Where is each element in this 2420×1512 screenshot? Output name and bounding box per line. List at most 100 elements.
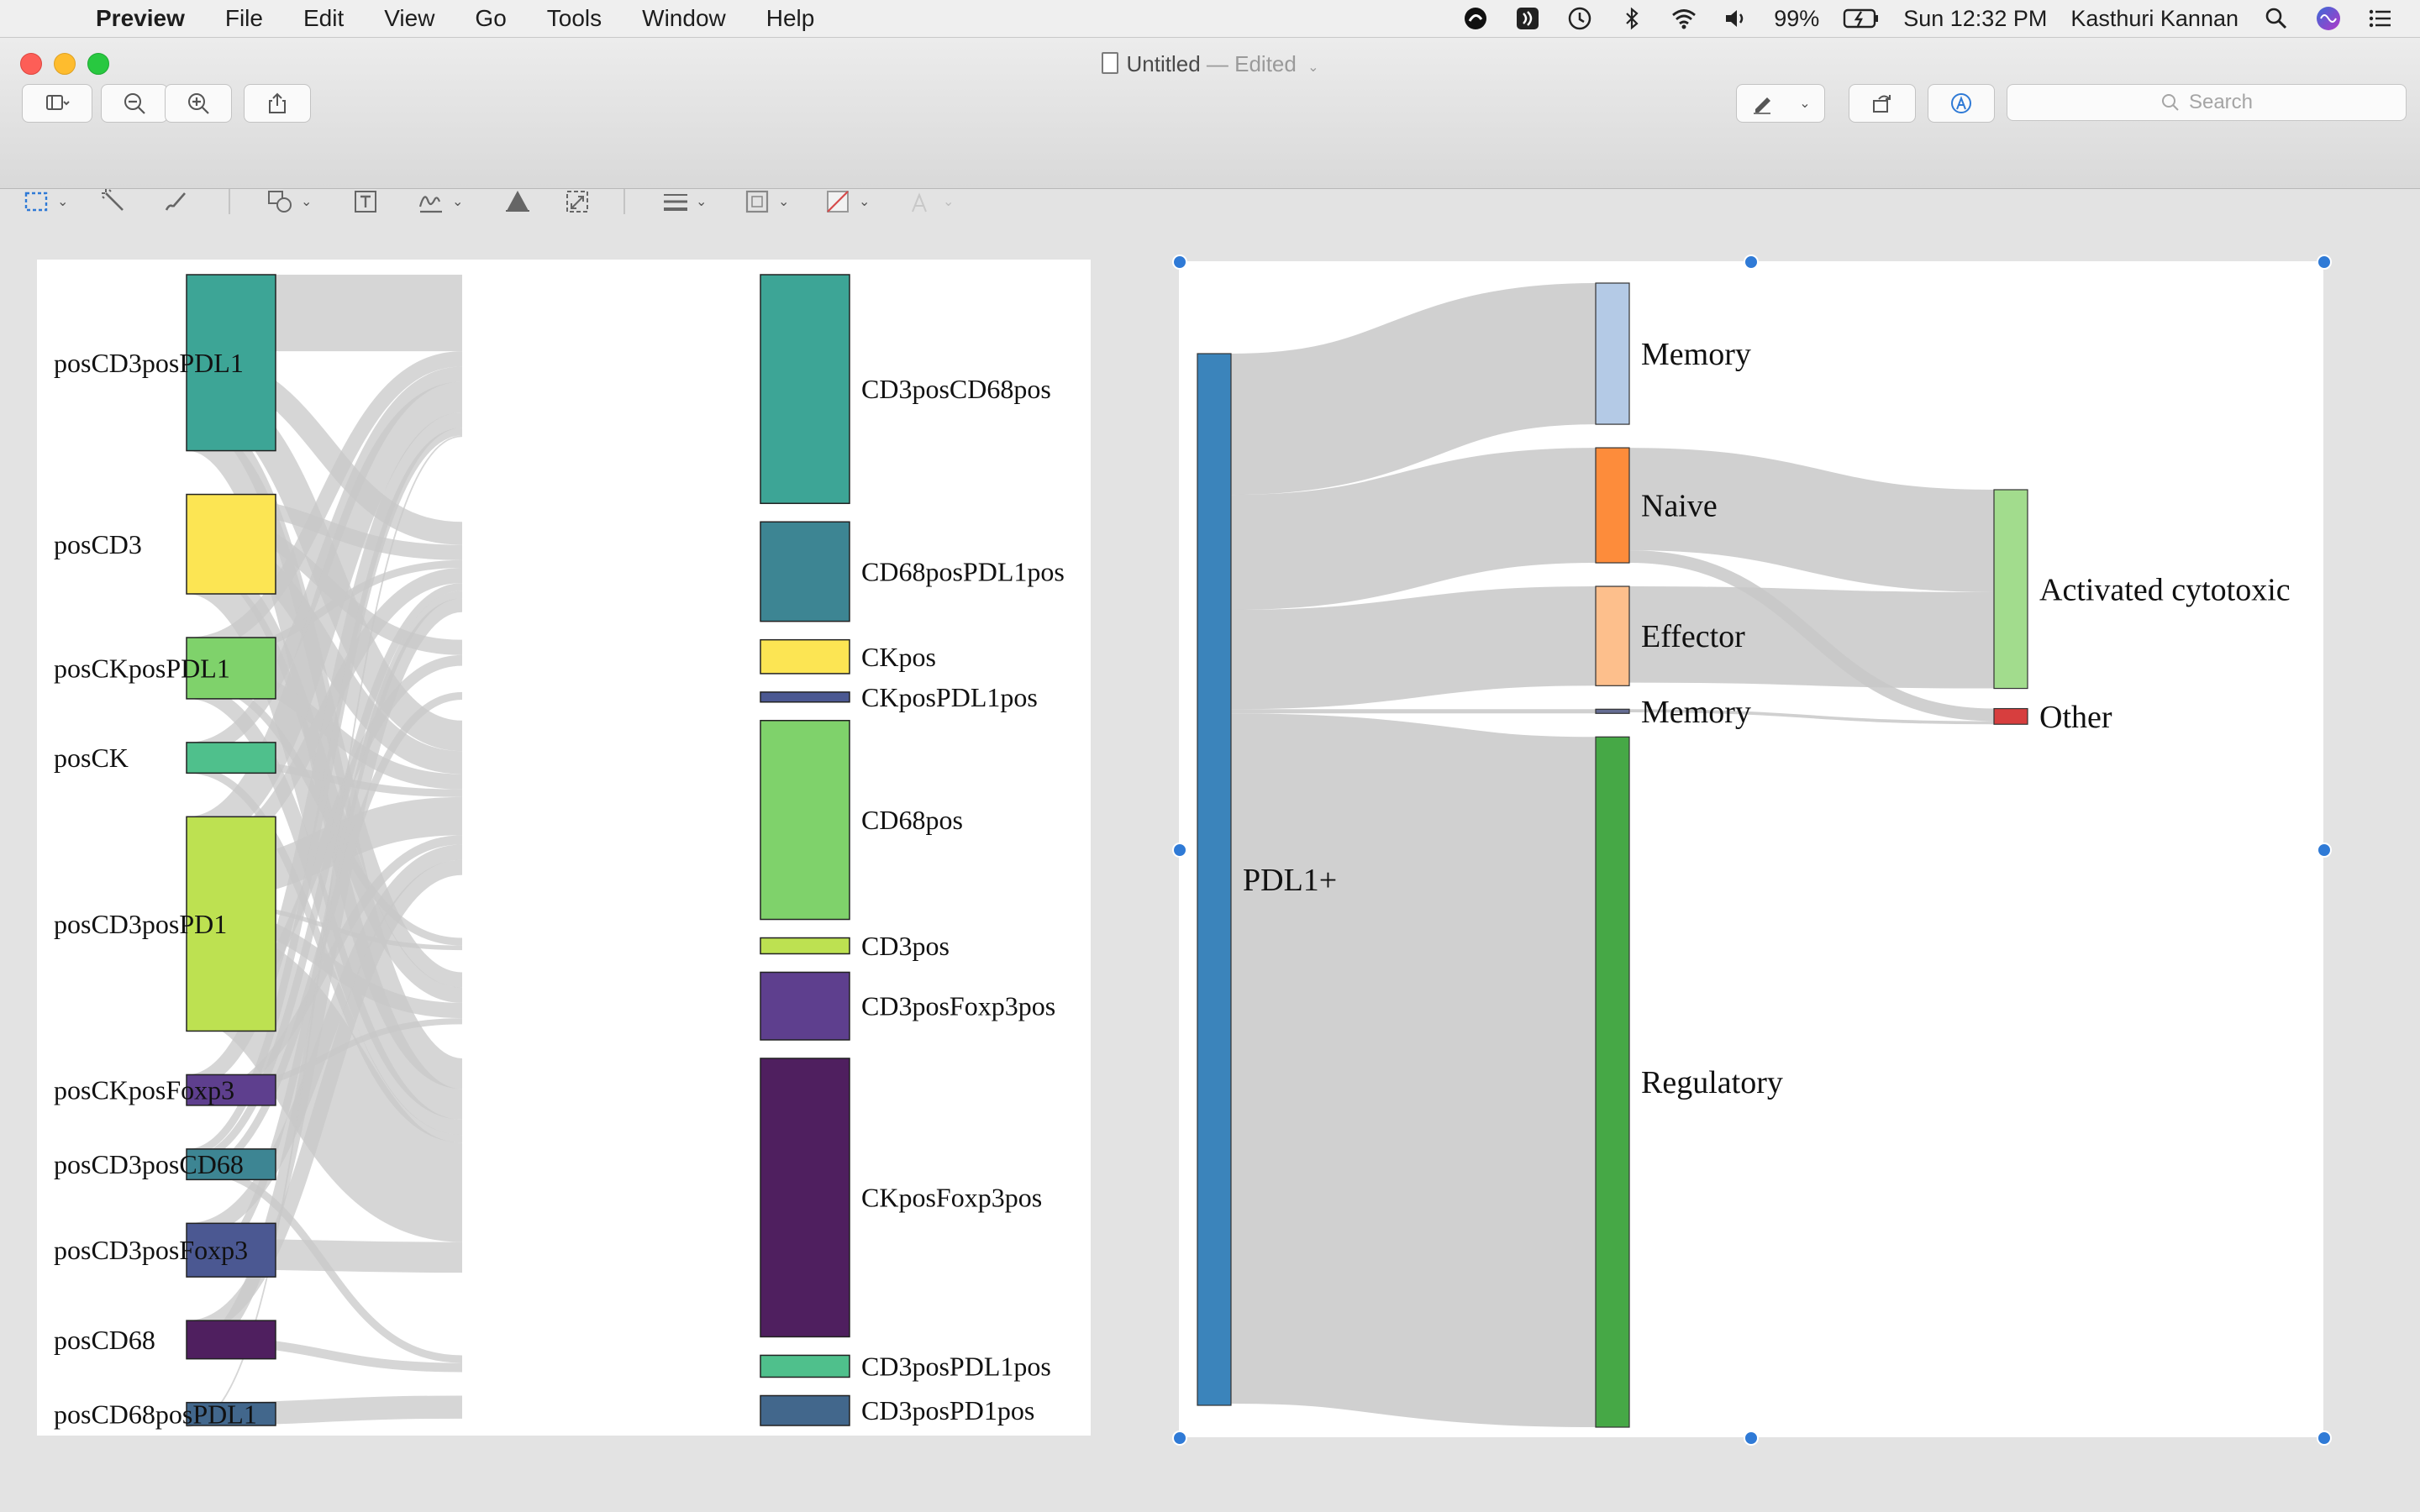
pdl1-sankey-chart: PDL1+ Memory Naive Effector Memory Regulatory… (1197, 282, 2291, 1428)
node-effector (1595, 585, 1630, 686)
node-naive (1595, 447, 1630, 564)
window-title[interactable]: Untitled — Edited ⌄ (0, 51, 2420, 77)
battery-percent[interactable]: 99% (1762, 0, 1831, 37)
menu-help[interactable]: Help (746, 0, 835, 37)
node-cd3pos (760, 937, 850, 955)
share-button[interactable] (244, 84, 311, 123)
selection-handle[interactable] (1172, 255, 1187, 270)
selection-handle[interactable] (1172, 843, 1187, 858)
volume-icon[interactable] (1710, 4, 1762, 33)
zoom-in-icon (188, 93, 209, 114)
title-chevron-icon[interactable]: ⌄ (1307, 60, 1318, 75)
bluetooth-icon[interactable] (1606, 4, 1658, 33)
zoom-out-button[interactable] (101, 84, 168, 123)
selection-handle[interactable] (1172, 1431, 1187, 1446)
search-field[interactable]: Search (2007, 84, 2407, 121)
search-icon (2161, 94, 2179, 111)
node-label-cd3pos: CD3pos (861, 931, 950, 961)
search-placeholder: Search (2188, 91, 2254, 113)
app-status-icon[interactable] (1502, 4, 1554, 33)
node-pdl1 (1197, 353, 1232, 1406)
node-ckposfoxp3pos (760, 1058, 850, 1338)
sidebar-icon (46, 95, 70, 110)
rotate-button[interactable] (1849, 84, 1916, 123)
menu-window[interactable]: Window (622, 0, 746, 37)
node-other (1993, 707, 2028, 725)
rotate-icon (1873, 95, 1891, 113)
node-regulatory (1595, 736, 1630, 1428)
node-label-cd3pospd1pos: CD3posPD1pos (861, 1395, 1034, 1425)
node-poscd68 (186, 1320, 276, 1360)
notification-center-icon[interactable] (2354, 4, 2407, 33)
node-label-activated-cytotoxic: Activated cytotoxic (2039, 572, 2291, 607)
menu-file[interactable]: File (205, 0, 283, 37)
node-label-posck: posCK (54, 743, 129, 773)
node-cd3poscd68pos (760, 274, 850, 505)
menu-go[interactable]: Go (455, 0, 526, 37)
node-label-memory: Memory (1641, 695, 1751, 730)
node-posck (186, 742, 276, 774)
selection-handle[interactable] (2317, 255, 2332, 270)
selection-handle[interactable] (2317, 1431, 2332, 1446)
zoom-in-button[interactable] (165, 84, 232, 123)
node-label-poscd3pospd1: posCD3posPD1 (54, 909, 227, 939)
spotlight-search-icon[interactable] (2250, 4, 2302, 33)
sidebar-toggle-button[interactable] (22, 84, 92, 123)
node-label-poscd3pospdl1: posCD3posPDL1 (54, 348, 244, 378)
menu-view[interactable]: View (364, 0, 455, 37)
node-label-posckpospdl1: posCKposPDL1 (54, 653, 230, 683)
battery-icon[interactable] (1831, 6, 1891, 31)
node-cd3pospdl1pos (760, 1354, 850, 1378)
wifi-icon[interactable] (1658, 4, 1710, 33)
window-toolbar: Untitled — Edited ⌄ ⌄ Search ⌄ ⌄ ⌄ ⌄ ⌄ ⌄… (0, 38, 2420, 214)
node-ckpos (760, 638, 850, 675)
time-machine-icon[interactable] (1554, 4, 1606, 33)
sync-status-icon[interactable] (1449, 4, 1502, 33)
menu-tools[interactable]: Tools (527, 0, 622, 37)
node-cd3posfoxp3pos (760, 971, 850, 1041)
node-label-poscd3poscd68: posCD3posCD68 (54, 1149, 244, 1179)
document-name: Untitled (1126, 51, 1201, 76)
node-label-poscd3posfoxp3: posCD3posFoxp3 (54, 1235, 248, 1265)
markup-icon (1951, 93, 1971, 113)
node-ckpospdl1pos (760, 691, 850, 703)
node-label-cd68pos: CD68pos (861, 805, 963, 835)
highlight-button[interactable]: ⌄ (1736, 84, 1825, 123)
cell-type-sankey-chart: posCD3posPDL1 posCD3 posCKposPDL1 posCK posC… (54, 274, 1065, 1429)
node-cd68pospdl1pos (760, 521, 850, 622)
node-label-effector: Effector (1641, 619, 1745, 654)
node-label-cd68pospdl1pos: CD68posPDL1pos (861, 556, 1065, 586)
document-canvas: posCD3posPDL1 posCD3 posCKposPDL1 posCK posC… (0, 189, 2420, 1512)
node-poscd3 (186, 493, 276, 595)
sankey-link (1229, 713, 1597, 1427)
right-sankey-image[interactable]: PDL1+ Memory Naive Effector Memory Regulatory… (1179, 261, 2323, 1437)
node-label-memory: Memory (1641, 337, 1751, 372)
zoom-out-icon (124, 93, 145, 114)
node-label-cd3posfoxp3pos: CD3posFoxp3pos (861, 991, 1055, 1021)
clock[interactable]: Sun 12:32 PM (1891, 0, 2059, 37)
node-label-cd3poscd68pos: CD3posCD68pos (861, 374, 1051, 404)
selection-handle[interactable] (1744, 255, 1759, 270)
left-sankey-image[interactable]: posCD3posPDL1 posCD3 posCKposPDL1 posCK posC… (37, 260, 1091, 1436)
document-icon (1101, 52, 1118, 74)
edited-status: Edited (1234, 51, 1297, 76)
node-label-cd3pospdl1pos: CD3posPDL1pos (861, 1351, 1051, 1381)
selection-handle[interactable] (1744, 1431, 1759, 1446)
node-cd3pospd1pos (760, 1394, 850, 1426)
siri-icon[interactable] (2302, 4, 2354, 33)
link-group (1628, 448, 1995, 725)
menu-app-preview[interactable]: Preview (76, 0, 205, 37)
markup-button[interactable] (1928, 84, 1995, 123)
node-label-other: Other (2039, 700, 2112, 735)
node-label-poscd68pospdl1: posCD68posPDL1 (54, 1399, 257, 1429)
link-group (1229, 283, 1597, 1427)
sankey-link (1230, 448, 1597, 611)
sankey-link (1230, 586, 1597, 710)
share-icon (269, 92, 286, 113)
user-name[interactable]: Kasthuri Kannan (2059, 0, 2250, 37)
selection-handle[interactable] (2317, 843, 2332, 858)
highlighter-icon (1754, 97, 1771, 114)
menu-edit[interactable]: Edit (283, 0, 364, 37)
node-label-poscd68: posCD68 (54, 1325, 155, 1355)
node-label-poscd3: posCD3 (54, 529, 142, 559)
